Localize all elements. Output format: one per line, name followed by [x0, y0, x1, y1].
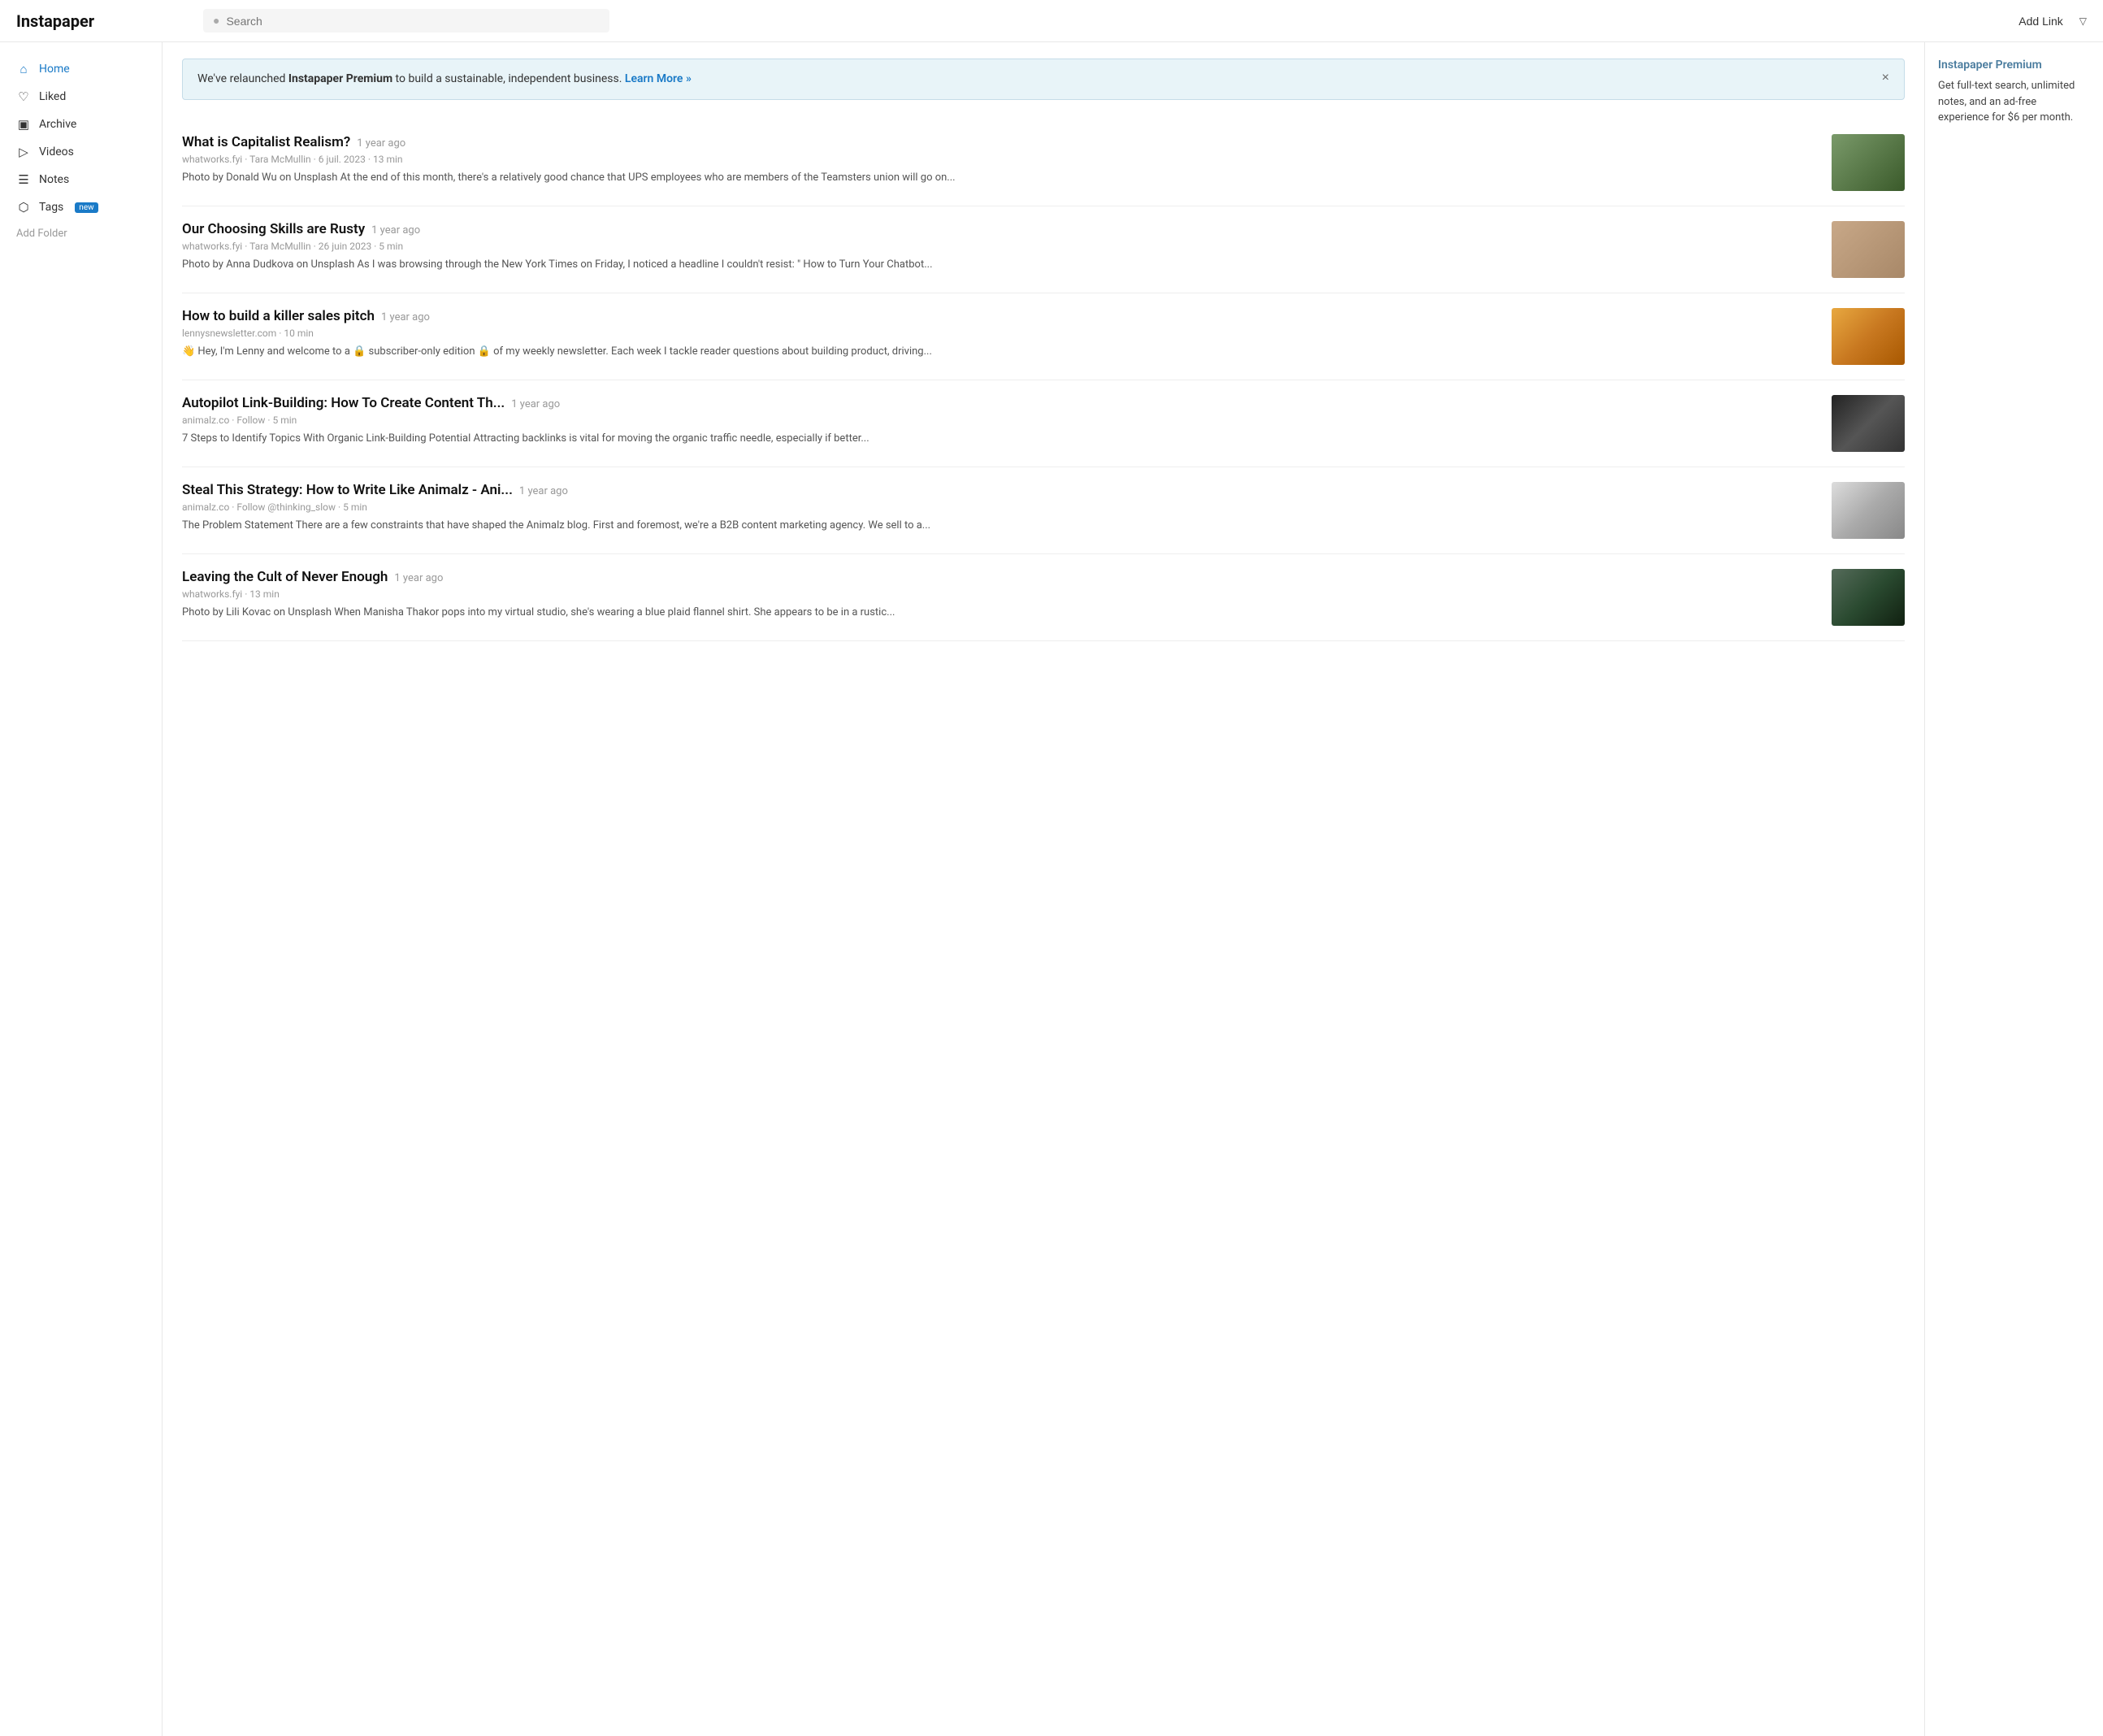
article-title-row: Steal This Strategy: How to Write Like A…	[182, 482, 1819, 498]
tags-icon: ⬡	[16, 200, 31, 215]
article-title: How to build a killer sales pitch	[182, 308, 375, 324]
article-item[interactable]: Steal This Strategy: How to Write Like A…	[182, 467, 1905, 554]
sidebar-item-notes-label: Notes	[39, 173, 69, 186]
article-item[interactable]: Leaving the Cult of Never Enough 1 year …	[182, 554, 1905, 641]
banner-learn-more-link[interactable]: Learn More »	[625, 72, 692, 85]
article-time: 1 year ago	[381, 311, 430, 323]
article-thumbnail	[1832, 569, 1905, 626]
archive-icon: ▣	[16, 117, 31, 132]
new-badge: new	[75, 202, 98, 213]
search-bar[interactable]: ●	[203, 9, 609, 33]
article-content: Autopilot Link-Building: How To Create C…	[182, 395, 1819, 447]
article-thumbnail	[1832, 395, 1905, 452]
banner-text: We've relaunched Instapaper Premium to b…	[197, 71, 692, 88]
banner-brand: Instapaper Premium	[288, 72, 392, 85]
article-meta: whatworks.fyi · Tara McMullin · 6 juil. …	[182, 154, 1819, 165]
article-title: Our Choosing Skills are Rusty	[182, 221, 365, 237]
article-excerpt: 👋 Hey, I'm Lenny and welcome to a 🔒 subs…	[182, 344, 1819, 360]
premium-title: Instapaper Premium	[1938, 59, 2090, 72]
article-meta: animalz.co · Follow · 5 min	[182, 414, 1819, 426]
sidebar-item-archive-label: Archive	[39, 118, 76, 131]
sidebar: ⌂ Home ♡ Liked ▣ Archive ▷ Videos ☰ Note…	[0, 42, 163, 1736]
article-item[interactable]: Autopilot Link-Building: How To Create C…	[182, 380, 1905, 467]
sidebar-item-tags-label: Tags	[39, 201, 63, 214]
sidebar-item-liked-label: Liked	[39, 90, 66, 103]
article-excerpt: Photo by Lili Kovac on Unsplash When Man…	[182, 605, 1819, 621]
article-meta: whatworks.fyi · Tara McMullin · 26 juin …	[182, 241, 1819, 252]
promo-banner: We've relaunched Instapaper Premium to b…	[182, 59, 1905, 100]
article-time: 1 year ago	[519, 485, 568, 497]
article-meta: animalz.co · Follow @thinking_slow · 5 m…	[182, 501, 1819, 513]
article-content: What is Capitalist Realism? 1 year ago w…	[182, 134, 1819, 186]
article-content: Steal This Strategy: How to Write Like A…	[182, 482, 1819, 534]
article-excerpt: The Problem Statement There are a few co…	[182, 518, 1819, 534]
article-title-row: Our Choosing Skills are Rusty 1 year ago	[182, 221, 1819, 237]
article-thumbnail	[1832, 134, 1905, 191]
sidebar-item-videos[interactable]: ▷ Videos	[0, 138, 162, 166]
article-item[interactable]: What is Capitalist Realism? 1 year ago w…	[182, 119, 1905, 206]
article-title: Steal This Strategy: How to Write Like A…	[182, 482, 513, 498]
article-title-row: What is Capitalist Realism? 1 year ago	[182, 134, 1819, 150]
sidebar-right: Instapaper Premium Get full-text search,…	[1924, 42, 2103, 1736]
search-input[interactable]	[226, 15, 600, 28]
article-time: 1 year ago	[511, 398, 560, 410]
article-excerpt: Photo by Donald Wu on Unsplash At the en…	[182, 170, 1819, 186]
article-thumbnail	[1832, 482, 1905, 539]
heart-icon: ♡	[16, 89, 31, 104]
sidebar-item-liked[interactable]: ♡ Liked	[0, 83, 162, 111]
banner-close-button[interactable]: ×	[1882, 71, 1889, 85]
dropdown-arrow-icon[interactable]: ▽	[2079, 15, 2087, 27]
content-area: We've relaunched Instapaper Premium to b…	[163, 42, 1924, 1736]
article-content: Our Choosing Skills are Rusty 1 year ago…	[182, 221, 1819, 273]
article-excerpt: 7 Steps to Identify Topics With Organic …	[182, 431, 1819, 447]
sidebar-item-home[interactable]: ⌂ Home	[0, 55, 162, 83]
article-meta: lennysnewsletter.com · 10 min	[182, 328, 1819, 339]
article-title: Autopilot Link-Building: How To Create C…	[182, 395, 505, 411]
premium-description: Get full-text search, unlimited notes, a…	[1938, 78, 2090, 126]
add-folder-button[interactable]: Add Folder	[0, 221, 162, 246]
logo: Instapaper	[16, 11, 179, 31]
banner-text-before: We've relaunched	[197, 72, 288, 85]
home-icon: ⌂	[16, 62, 31, 76]
video-icon: ▷	[16, 145, 31, 159]
article-item[interactable]: Our Choosing Skills are Rusty 1 year ago…	[182, 206, 1905, 293]
app-layout: Instapaper ● Add Link ▽ ⌂ Home ♡ Liked ▣…	[0, 0, 2103, 1736]
article-title-row: How to build a killer sales pitch 1 year…	[182, 308, 1819, 324]
add-link-button[interactable]: Add Link	[2012, 11, 2069, 31]
main-layout: ⌂ Home ♡ Liked ▣ Archive ▷ Videos ☰ Note…	[0, 42, 2103, 1736]
article-time: 1 year ago	[371, 224, 420, 237]
article-title-row: Leaving the Cult of Never Enough 1 year …	[182, 569, 1819, 585]
article-title-row: Autopilot Link-Building: How To Create C…	[182, 395, 1819, 411]
sidebar-item-home-label: Home	[39, 63, 70, 76]
banner-text-after: to build a sustainable, independent busi…	[392, 72, 625, 85]
article-meta: whatworks.fyi · 13 min	[182, 588, 1819, 600]
top-bar: Instapaper ● Add Link ▽	[0, 0, 2103, 42]
article-content: How to build a killer sales pitch 1 year…	[182, 308, 1819, 360]
search-icon: ●	[213, 14, 219, 28]
sidebar-item-notes[interactable]: ☰ Notes	[0, 166, 162, 193]
article-list: What is Capitalist Realism? 1 year ago w…	[182, 119, 1905, 641]
article-item[interactable]: How to build a killer sales pitch 1 year…	[182, 293, 1905, 380]
sidebar-item-videos-label: Videos	[39, 145, 74, 158]
sidebar-item-tags[interactable]: ⬡ Tags new	[0, 193, 162, 221]
notes-icon: ☰	[16, 172, 31, 187]
article-content: Leaving the Cult of Never Enough 1 year …	[182, 569, 1819, 621]
article-thumbnail	[1832, 308, 1905, 365]
article-title: What is Capitalist Realism?	[182, 134, 350, 150]
article-thumbnail	[1832, 221, 1905, 278]
sidebar-item-archive[interactable]: ▣ Archive	[0, 111, 162, 138]
article-time: 1 year ago	[394, 572, 443, 584]
article-excerpt: Photo by Anna Dudkova on Unsplash As I w…	[182, 257, 1819, 273]
article-title: Leaving the Cult of Never Enough	[182, 569, 388, 585]
top-bar-right: Add Link ▽	[2012, 11, 2087, 31]
article-time: 1 year ago	[357, 137, 405, 150]
